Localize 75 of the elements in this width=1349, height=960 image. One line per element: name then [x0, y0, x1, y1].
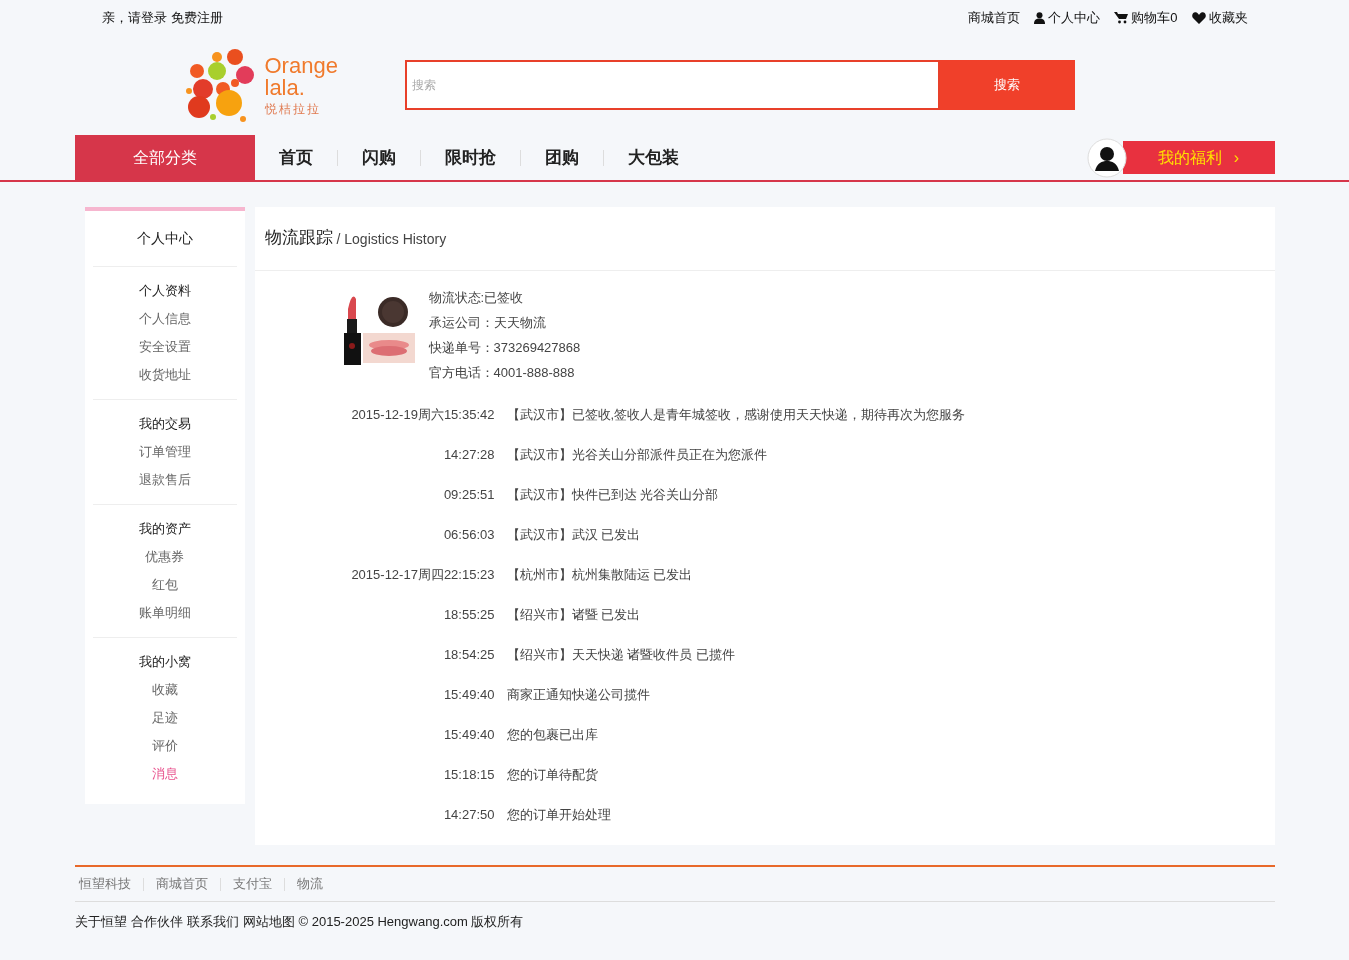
sidebar-item[interactable]: 收货地址	[138, 361, 191, 389]
log-text: 【武汉市】光谷关山分部派件员正在为您派件	[506, 446, 767, 465]
heart-icon	[1191, 11, 1206, 24]
log-text: 【武汉市】武汉 已发出	[506, 526, 641, 545]
cart-icon	[1114, 11, 1129, 24]
footer-link[interactable]: 网站地图	[242, 912, 295, 932]
log-time: 15:49:40	[442, 726, 495, 745]
log-time: 18:54:25	[442, 646, 495, 665]
sidebar-item[interactable]: 退款售后	[138, 466, 191, 494]
footer-link[interactable]: 支付宝	[220, 874, 284, 894]
log-time: 15:18:15	[442, 766, 495, 785]
sidebar-item[interactable]: 评价	[151, 732, 178, 760]
page-title: 物流跟踪	[264, 226, 333, 249]
log-time: 14:27:28	[442, 446, 495, 465]
sidebar-item[interactable]: 红包	[151, 571, 178, 599]
log-text: 【绍兴市】天天快递 诸暨收件员 已揽件	[506, 646, 735, 665]
log-time: 14:27:50	[442, 806, 495, 825]
search-button[interactable]: 搜索	[939, 60, 1075, 110]
log-text: 【绍兴市】诸暨 已发出	[506, 606, 641, 625]
log-text: 您的订单开始处理	[506, 806, 611, 825]
top-link[interactable]: 收藏夹	[1208, 7, 1248, 28]
log-time: 09:25:51	[442, 486, 495, 505]
log-text: 【武汉市】已签收,签收人是青年城签收，感谢使用天天快递，期待再次为您服务	[506, 406, 966, 425]
sidebar-heading: 我的小窝	[138, 653, 191, 671]
sidebar-title: 个人中心	[135, 229, 194, 248]
log-time: 2015-12-17周四22:15:23	[350, 566, 495, 585]
nav-link[interactable]: 限时抢	[420, 144, 520, 171]
user-icon	[1034, 11, 1046, 24]
footer-link[interactable]: 恒望科技	[74, 874, 143, 894]
top-link[interactable]: 购物车0	[1131, 7, 1178, 28]
log-text: 您的订单待配货	[506, 766, 598, 785]
sidebar-item[interactable]: 足迹	[151, 704, 178, 732]
register-link[interactable]: 免费注册	[170, 7, 223, 28]
welfare-button[interactable]: 我的福利 ›	[1122, 141, 1275, 174]
log-time: 2015-12-19周六15:35:42	[350, 406, 495, 425]
avatar-icon	[1086, 137, 1127, 178]
shipment-info: 快递单号：373269427868	[428, 339, 581, 357]
sidebar-heading: 我的交易	[138, 415, 191, 433]
shipment-info: 承运公司：天天物流	[428, 314, 547, 332]
log-text: 【武汉市】快件已到达 光谷关山分部	[506, 486, 719, 505]
nav-link[interactable]: 团购	[520, 144, 603, 171]
logo-text: Orange	[264, 55, 338, 77]
nav-link[interactable]: 大包装	[603, 144, 703, 171]
shipment-info: 物流状态:已签收	[428, 289, 525, 307]
log-text: 【杭州市】杭州集散陆运 已发出	[506, 566, 693, 585]
logo-tagline: 悦桔拉拉	[264, 103, 322, 115]
footer-link[interactable]: 关于恒望	[74, 912, 127, 932]
logo-text: lala.	[264, 77, 305, 99]
sidebar-item[interactable]: 安全设置	[138, 333, 191, 361]
sidebar-item[interactable]: 账单明细	[138, 599, 191, 627]
log-text: 商家正通知快递公司揽件	[506, 686, 650, 705]
sidebar-item[interactable]: 订单管理	[138, 438, 191, 466]
log-time: 06:56:03	[442, 526, 495, 545]
sidebar-item[interactable]: 收藏	[151, 676, 178, 704]
footer-link[interactable]: 商城首页	[143, 874, 220, 894]
login-prompt[interactable]: 亲，请登录	[101, 7, 167, 28]
sidebar-item[interactable]: 优惠券	[145, 543, 184, 571]
copyright: © 2015-2025 Hengwang.com 版权所有	[298, 913, 524, 932]
top-link[interactable]: 商城首页	[968, 7, 1021, 28]
sidebar-heading: 个人资料	[138, 282, 191, 300]
top-link[interactable]: 个人中心	[1048, 7, 1101, 28]
log-text: 您的包裹已出库	[506, 726, 598, 745]
sidebar-item[interactable]: 消息	[151, 760, 178, 788]
log-time: 18:55:25	[442, 606, 495, 625]
footer-link[interactable]: 物流	[284, 874, 335, 894]
all-categories-tab[interactable]: 全部分类	[74, 135, 255, 180]
sidebar-item[interactable]: 个人信息	[138, 305, 191, 333]
footer-link[interactable]: 联系我们	[186, 912, 239, 932]
nav-link[interactable]: 首页	[254, 144, 337, 171]
shipment-info: 官方电话：4001-888-888	[428, 364, 576, 382]
page-subtitle: / Logistics History	[336, 230, 447, 249]
footer-link[interactable]: 合作伙伴	[130, 912, 183, 932]
nav-link[interactable]: 闪购	[337, 144, 420, 171]
sidebar-heading: 我的资产	[138, 520, 191, 538]
log-time: 15:49:40	[442, 686, 495, 705]
